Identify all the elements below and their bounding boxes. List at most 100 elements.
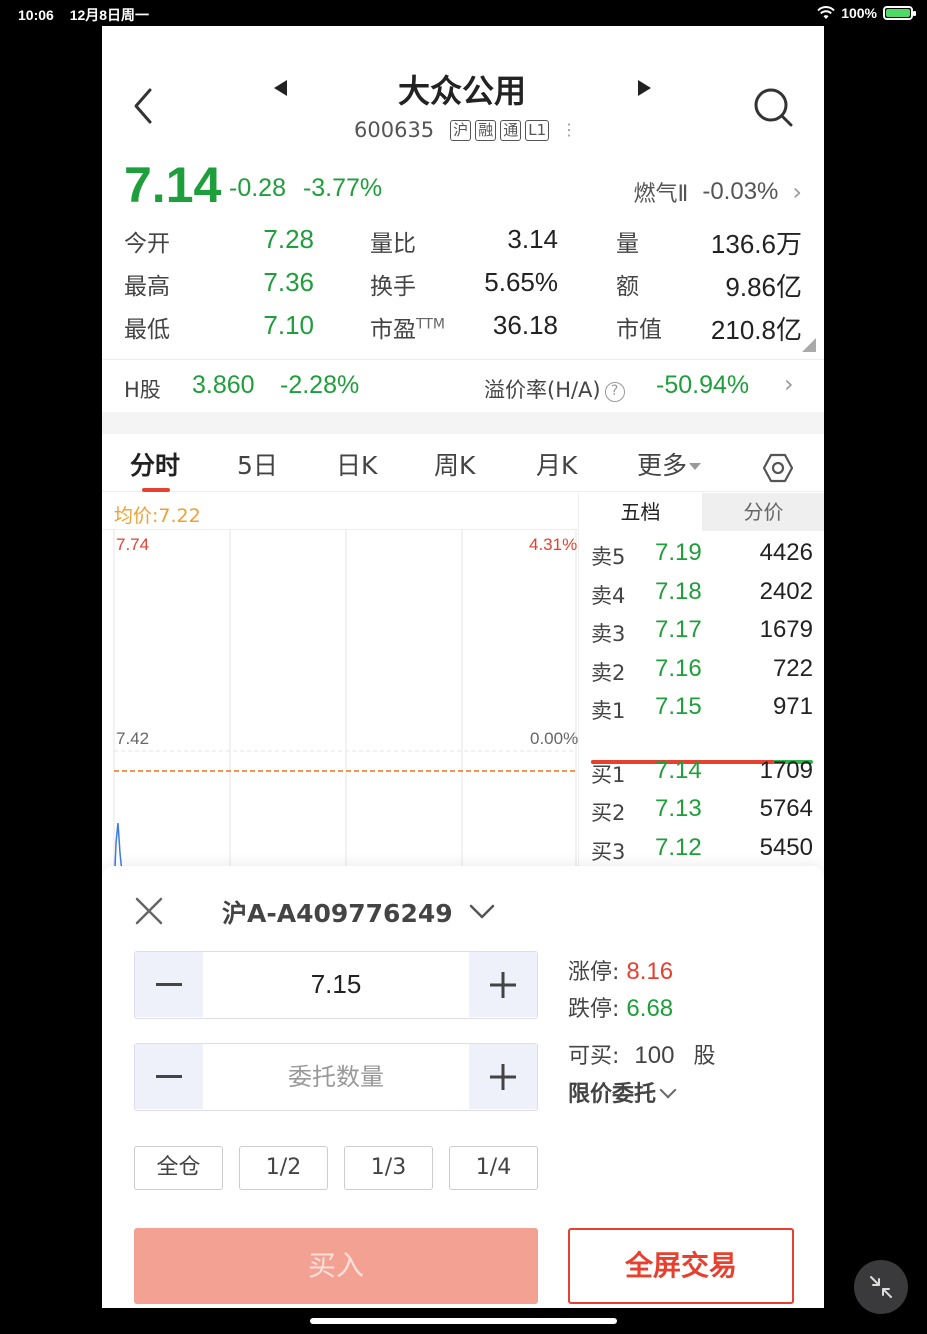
vol-ratio-value: 3.14 xyxy=(507,224,558,254)
price-minus-button[interactable] xyxy=(135,952,203,1017)
collapse-arrows-icon xyxy=(870,1276,892,1298)
ask-price: 7.15 xyxy=(655,693,702,720)
volume-label: 量 xyxy=(616,231,639,257)
position-full-button[interactable]: 全仓 xyxy=(134,1146,223,1190)
stock-code: 600635 xyxy=(354,118,435,142)
tab-monthly-k[interactable]: 月K xyxy=(536,446,577,482)
premium-label-text: 溢价率(H/A) xyxy=(484,378,601,402)
position-half-button[interactable]: 1/2 xyxy=(239,1146,328,1190)
vol-ratio-label: 量比 xyxy=(370,231,416,257)
order-book: 五档 分价 卖5 7.19 4426 卖4 7.18 2402 卖3 7.17 … xyxy=(578,493,824,893)
fullscreen-trade-button[interactable]: 全屏交易 xyxy=(568,1228,794,1304)
wifi-icon xyxy=(817,6,835,19)
account-selector[interactable]: 沪A-A409776249 xyxy=(222,894,495,930)
stats-grid: 今开 7.28 量比 3.14 量 136.6万 最高 7.36 换手 5.65… xyxy=(124,224,804,353)
ask-price: 7.16 xyxy=(655,655,702,682)
tab-weekly-k[interactable]: 周K xyxy=(434,446,475,482)
low-label: 最低 xyxy=(124,317,170,343)
status-bar: 10:06 12月8日周一 100% xyxy=(0,0,927,26)
limit-up-value: 8.16 xyxy=(626,958,674,985)
order-book-tabs: 五档 分价 xyxy=(579,493,824,531)
premium-label: 溢价率(H/A)? xyxy=(484,374,625,404)
plus-icon xyxy=(490,1063,516,1090)
tab-intraday[interactable]: 分时 xyxy=(130,446,180,482)
tab-daily-k[interactable]: 日K xyxy=(336,446,377,482)
ask-label: 卖4 xyxy=(591,584,626,608)
position-quarter-button[interactable]: 1/4 xyxy=(449,1146,538,1190)
order-type-selector[interactable]: 限价委托 xyxy=(568,1076,677,1108)
tag-shanghai: 沪 xyxy=(450,119,472,141)
stock-panel: 大众公用 600635 沪 融 通 L1 ⋮ 7.14 -0.28 -3.77%… xyxy=(102,26,824,1308)
limit-up-label: 涨停: xyxy=(568,960,620,985)
status-time: 10:06 xyxy=(18,7,54,23)
collapse-button[interactable] xyxy=(854,1260,908,1314)
tab-price-distribution[interactable]: 分价 xyxy=(702,493,824,531)
price-input[interactable]: 7.15 xyxy=(203,952,469,1017)
ask-volume: 4426 xyxy=(759,539,813,566)
next-stock-icon[interactable] xyxy=(638,80,651,96)
price-plus-button[interactable] xyxy=(469,952,537,1017)
quantity-placeholder: 委托数量 xyxy=(288,1063,384,1091)
last-price: 7.14 xyxy=(124,157,222,213)
change-percent: -3.77% xyxy=(302,174,383,202)
status-left: 10:06 12月8日周一 xyxy=(18,5,161,25)
pe-ttm: TTM xyxy=(416,316,445,333)
status-date: 12月8日周一 xyxy=(69,7,150,23)
position-third-button[interactable]: 1/3 xyxy=(344,1146,433,1190)
home-indicator xyxy=(310,1318,617,1324)
tab-active-indicator xyxy=(142,488,170,492)
quantity-minus-button[interactable] xyxy=(135,1044,203,1109)
caret-down-icon xyxy=(689,463,702,470)
quantity-input[interactable]: 委托数量 xyxy=(203,1044,469,1109)
search-icon[interactable] xyxy=(752,86,794,128)
minus-icon xyxy=(156,982,182,986)
chevron-down-icon xyxy=(469,904,494,919)
bid-volume: 5450 xyxy=(759,834,813,861)
plus-icon xyxy=(490,971,516,998)
tab-5day[interactable]: 5日 xyxy=(237,446,278,482)
amount-label: 额 xyxy=(616,274,639,300)
tab-five-levels[interactable]: 五档 xyxy=(579,493,702,531)
tag-margin: 融 xyxy=(475,119,497,141)
bid-price: 7.14 xyxy=(655,757,702,784)
change-value: -0.28 xyxy=(229,174,286,202)
can-buy-info: 可买: 100 股 xyxy=(568,1038,715,1070)
chart-grid xyxy=(113,529,577,893)
bid-volume: 5764 xyxy=(759,795,813,822)
prev-stock-icon[interactable] xyxy=(274,80,287,96)
chevron-right-icon: › xyxy=(792,178,802,206)
ask-row: 卖2 7.16 722 xyxy=(591,651,813,689)
chart-prev-close: 7.42 xyxy=(116,729,150,748)
bid-row: 买2 7.13 5764 xyxy=(591,791,813,829)
tag-connect: 通 xyxy=(500,119,522,141)
close-icon[interactable] xyxy=(134,896,164,926)
high-value: 7.36 xyxy=(263,267,314,297)
pe-label-text: 市盈 xyxy=(370,317,416,343)
price-bar: 7.14 -0.28 -3.77% 燃气Ⅱ -0.03% › xyxy=(102,156,824,216)
tab-more-label: 更多 xyxy=(637,451,688,480)
tab-more[interactable]: 更多 xyxy=(637,446,702,482)
buy-button[interactable]: 买入 xyxy=(134,1228,538,1304)
bid-label: 买2 xyxy=(591,801,626,825)
ask-volume: 1679 xyxy=(759,616,813,643)
bid-label: 买1 xyxy=(591,763,626,787)
back-arrow-icon[interactable] xyxy=(128,86,158,126)
section-gap xyxy=(102,412,824,434)
divider xyxy=(102,359,824,360)
ask-row: 卖4 7.18 2402 xyxy=(591,574,813,612)
settings-hexagon-icon[interactable] xyxy=(762,452,794,484)
avg-price-label: 均价:7.22 xyxy=(114,505,201,527)
more-dots-icon[interactable]: ⋮ xyxy=(561,122,577,138)
bid-label: 买3 xyxy=(591,840,626,864)
help-icon[interactable]: ? xyxy=(604,382,625,402)
status-right: 100% xyxy=(817,5,916,21)
sector-link[interactable]: 燃气Ⅱ -0.03% › xyxy=(634,176,803,208)
sector-name: 燃气Ⅱ xyxy=(633,182,689,207)
limit-down-value: 6.68 xyxy=(626,995,674,1022)
stats-row: 最高 7.36 换手 5.65% 额 9.86亿 xyxy=(124,267,804,310)
quantity-plus-button[interactable] xyxy=(469,1044,537,1109)
expand-corner-icon[interactable] xyxy=(802,338,816,352)
intraday-chart[interactable]: 均价:7.22 7.74 4.31% 7.42 0.00% xyxy=(102,493,578,893)
mktcap-value: 210.8亿 xyxy=(710,315,802,345)
h-share-row[interactable]: H股 3.860 -2.28% 溢价率(H/A)? -50.94% › xyxy=(102,364,824,412)
